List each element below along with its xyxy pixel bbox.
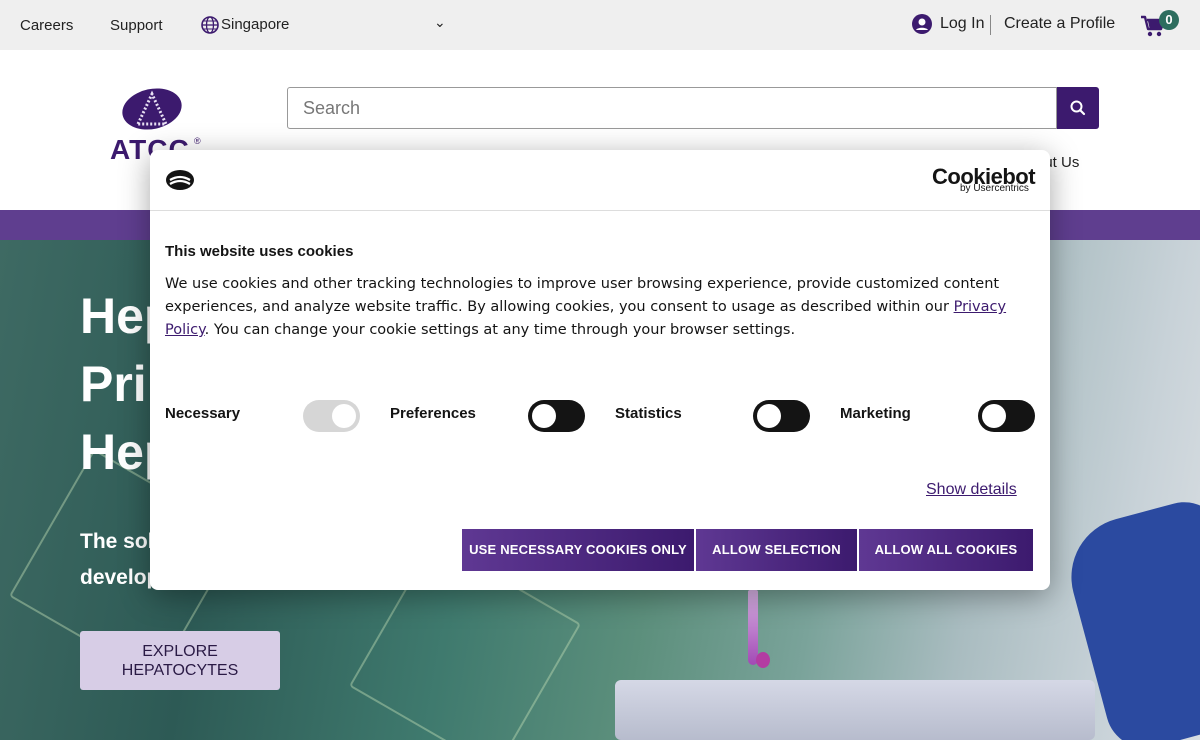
body-text: We use cookies and other tracking techno… — [165, 276, 1000, 315]
marketing-toggle[interactable] — [978, 400, 1035, 432]
preferences-toggle[interactable] — [528, 400, 585, 432]
dialog-body: We use cookies and other tracking techno… — [165, 273, 1025, 342]
utility-bar: Careers Support Singapore ⌄ Log In Creat… — [0, 0, 1200, 50]
category-label-preferences: Preferences — [390, 405, 476, 422]
svg-text:®: ® — [194, 136, 201, 146]
cookie-shield-icon — [166, 170, 194, 190]
category-label-statistics: Statistics — [615, 405, 682, 422]
necessary-toggle — [303, 400, 360, 432]
create-profile-link[interactable]: Create a Profile — [1004, 15, 1115, 33]
allow-all-cookies-button[interactable]: ALLOW ALL COOKIES — [859, 529, 1033, 571]
droplet-image — [756, 652, 770, 668]
well-plate-image — [615, 680, 1095, 740]
user-icon[interactable] — [912, 14, 932, 34]
show-details-link[interactable]: Show details — [926, 481, 1017, 499]
search-icon — [1070, 100, 1086, 116]
toggle-knob — [982, 404, 1006, 428]
cart-count-badge[interactable]: 0 — [1159, 10, 1179, 30]
cta-label: HEPATOCYTES — [121, 662, 239, 679]
cta-label: EXPLORE — [142, 643, 218, 660]
careers-link[interactable]: Careers — [20, 17, 73, 34]
dialog-header: Cookiebot by Usercentrics — [150, 150, 1050, 211]
cookie-consent-dialog: Cookiebot by Usercentrics This website u… — [150, 150, 1050, 590]
region-selector[interactable]: Singapore — [221, 16, 289, 33]
body-text: . You can change your cookie settings at… — [204, 322, 796, 338]
search-input[interactable] — [287, 87, 1057, 129]
toggle-knob — [757, 404, 781, 428]
allow-selection-button[interactable]: ALLOW SELECTION — [696, 529, 857, 571]
explore-hepatocytes-button[interactable]: EXPLORE HEPATOCYTES — [80, 631, 280, 690]
login-link[interactable]: Log In — [940, 15, 984, 33]
pipette-image — [748, 590, 758, 665]
support-link[interactable]: Support — [110, 17, 163, 34]
search-button[interactable] — [1057, 87, 1099, 129]
globe-icon[interactable] — [201, 16, 219, 34]
toggle-knob — [332, 404, 356, 428]
category-label-necessary: Necessary — [165, 405, 241, 422]
cookiebot-byline: by Usercentrics — [960, 183, 1029, 194]
category-label-marketing: Marketing — [840, 405, 911, 422]
divider — [990, 15, 991, 35]
dialog-title: This website uses cookies — [165, 243, 354, 260]
statistics-toggle[interactable] — [753, 400, 810, 432]
use-necessary-cookies-button[interactable]: USE NECESSARY COOKIES ONLY — [462, 529, 694, 571]
toggle-knob — [532, 404, 556, 428]
chevron-down-icon[interactable]: ⌄ — [434, 14, 446, 31]
